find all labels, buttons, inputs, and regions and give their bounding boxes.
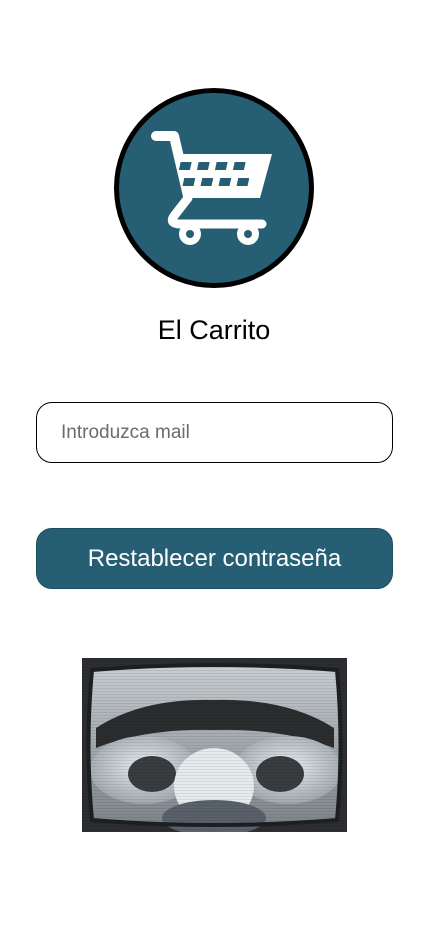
app-title: El Carrito — [157, 315, 271, 345]
app-logo — [114, 88, 314, 288]
video-thumbnail-image — [82, 658, 347, 832]
email-field[interactable] — [36, 402, 393, 463]
video-thumbnail — [82, 658, 347, 832]
reset-password-button[interactable]: Restablecer contraseña — [36, 528, 393, 589]
shopping-cart-icon — [151, 131, 272, 245]
